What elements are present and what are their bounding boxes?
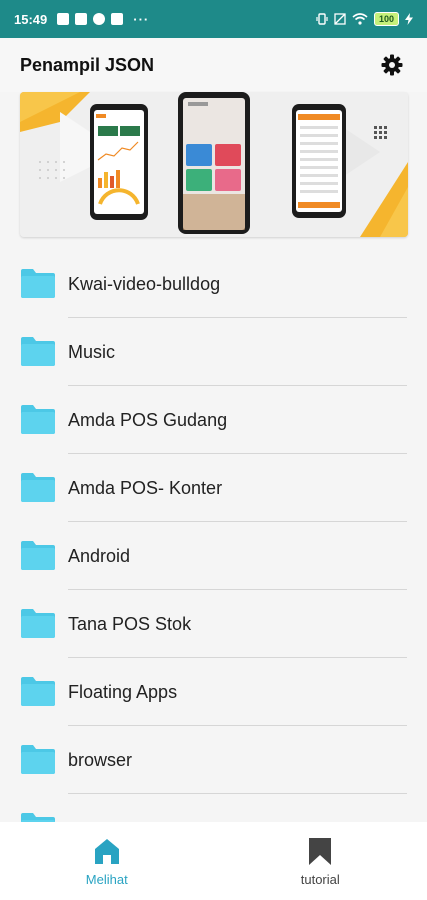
folder-icon [21,473,55,502]
file-name: Tana POS Stok [68,614,192,634]
file-list: Kwai-video-bulldog Music Amda POS Gudang… [0,250,427,862]
folder-icon [21,541,55,570]
wifi-icon [352,13,368,25]
notification-circle-icon [93,13,106,25]
file-name: browser [68,750,133,770]
list-item[interactable]: Music [0,318,427,386]
status-right: 100 [316,12,413,26]
no-signal-icon [334,13,346,25]
status-time: 15:49 [14,11,48,27]
gear-icon [381,54,403,76]
folder-icon [21,609,55,638]
list-item[interactable]: Amda POS Gudang [0,386,427,454]
app-header: Penampil JSON [0,38,427,92]
file-name: Amda POS- Konter [68,478,223,498]
file-name: Amda POS Gudang [68,410,228,430]
folder-icon [21,269,55,298]
status-left: 15:49 ··· [14,12,149,27]
facebook-icon [75,13,88,25]
bookmark-icon [309,838,332,865]
file-name: Kwai-video-bulldog [68,274,221,294]
list-item[interactable]: Floating Apps [0,658,427,726]
list-item[interactable]: Amda POS- Konter [0,454,427,522]
more-notifications-indicator: ··· [133,11,150,27]
tab-label: Melihat [85,872,128,887]
file-name: Android [68,546,131,566]
phone-mockup-1 [90,104,148,220]
vibrate-icon [316,13,328,25]
bottom-navigation: Melihat tutorial [0,822,427,900]
banner-illustration [20,92,408,237]
tab-melihat[interactable]: Melihat [0,822,214,900]
folder-icon [21,745,55,774]
notification-app-icon [57,13,70,25]
facebook-icon [111,13,124,25]
list-item[interactable]: Tana POS Stok [0,590,427,658]
phone-mockup-2 [178,92,250,234]
file-name: Floating Apps [68,682,178,702]
home-icon [94,839,119,864]
page-title: Penampil JSON [20,54,155,75]
list-item[interactable]: browser [0,726,427,794]
folder-icon [21,337,55,366]
phone-mockup-3 [292,104,346,218]
status-bar: 15:49 ··· 100 [0,0,427,38]
charging-icon [405,13,413,25]
list-item[interactable]: Android [0,522,427,590]
folder-icon [21,405,55,434]
settings-button[interactable] [377,50,407,80]
promo-banner[interactable] [20,92,408,237]
list-item[interactable]: Kwai-video-bulldog [0,250,427,318]
file-name: Music [68,342,116,362]
battery-indicator: 100 [373,12,399,26]
folder-icon [21,677,55,706]
tab-tutorial[interactable]: tutorial [214,822,427,900]
tab-label: tutorial [300,872,340,887]
